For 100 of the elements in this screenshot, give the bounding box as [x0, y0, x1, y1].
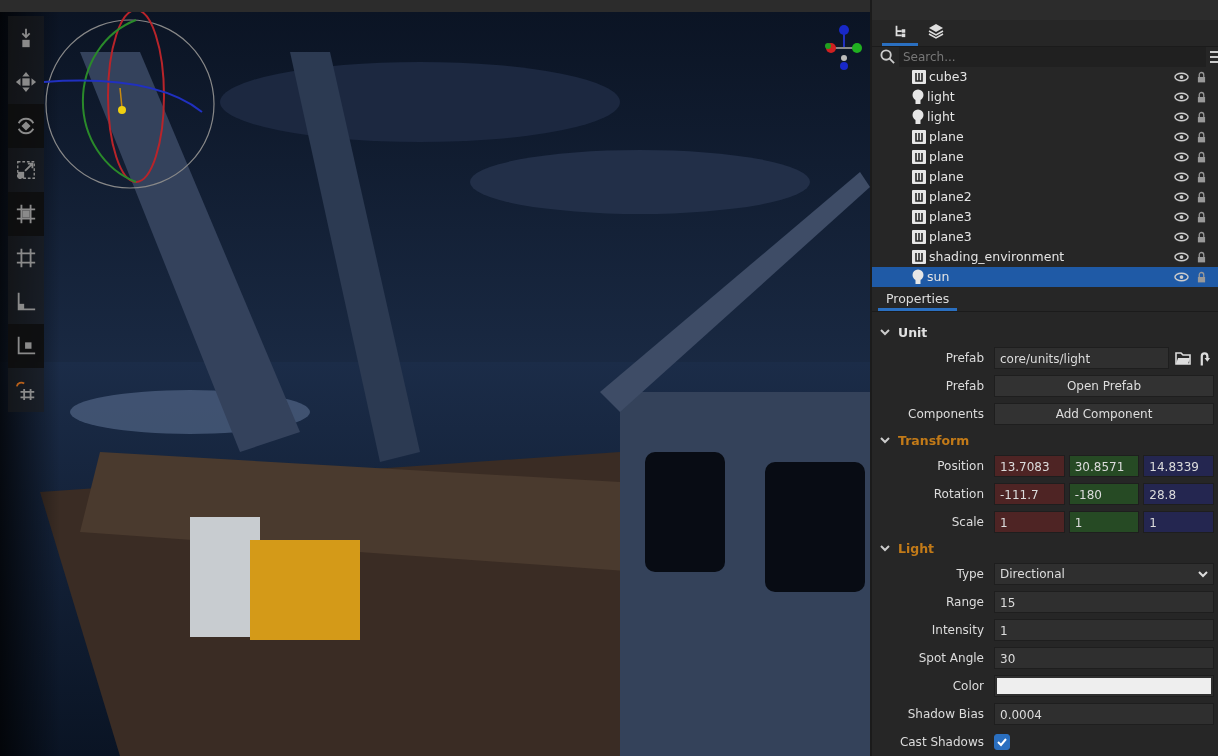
property-button[interactable]: Add Component: [994, 403, 1214, 425]
property-field[interactable]: 15: [994, 591, 1214, 613]
hierarchy-item[interactable]: light: [872, 86, 1218, 107]
property-label: Range: [944, 595, 985, 609]
property-label: Type: [955, 567, 985, 581]
property-label: Prefab: [944, 379, 985, 393]
item-name: cube3: [929, 69, 969, 85]
eye-icon[interactable]: [1174, 231, 1189, 242]
item-name: sun: [927, 269, 951, 285]
hierarchy-item[interactable]: plane3: [872, 226, 1218, 247]
local-tool-button[interactable]: [8, 324, 44, 368]
chevron-icon[interactable]: [880, 436, 890, 444]
property-field[interactable]: 30: [994, 647, 1214, 669]
item-name: light: [927, 89, 956, 105]
property-label: Intensity: [930, 623, 985, 637]
hierarchy-item[interactable]: plane: [872, 126, 1218, 147]
corner-square-icon: [15, 335, 37, 357]
vector-component-field[interactable]: -180: [1068, 483, 1140, 505]
vector-component-field[interactable]: 1: [1068, 511, 1140, 533]
chevron-icon[interactable]: [880, 544, 890, 552]
hierarchy-item[interactable]: plane3: [872, 206, 1218, 227]
section-title: Light: [898, 540, 935, 556]
grid-icon: [15, 247, 37, 269]
lock-icon[interactable]: [1197, 170, 1206, 183]
vector-component-field[interactable]: 30.8571: [1068, 455, 1140, 477]
prefab-path-field[interactable]: core/units/light: [994, 347, 1169, 369]
scale-icon: [15, 159, 37, 181]
chevron-icon[interactable]: [880, 328, 890, 336]
item-name: plane2: [929, 189, 973, 205]
lock-icon[interactable]: [1197, 210, 1206, 223]
hierarchy-item[interactable]: cube3: [872, 66, 1218, 87]
menu-icon[interactable]: [1210, 49, 1218, 64]
grid-center-icon: [15, 203, 37, 225]
caret-icon: [1198, 570, 1208, 578]
vector-component-field[interactable]: 1: [1143, 511, 1214, 533]
hierarchy-item[interactable]: plane2: [872, 186, 1218, 207]
hierarchy-item[interactable]: shading_environment: [872, 246, 1218, 267]
eye-icon[interactable]: [1174, 251, 1189, 262]
hierarchy-item[interactable]: plane: [872, 166, 1218, 187]
eye-icon[interactable]: [1174, 151, 1189, 162]
vector-component-field[interactable]: 13.7083: [994, 455, 1065, 477]
hierarchy-tree-icon: [893, 24, 907, 39]
property-label: Spot Angle: [917, 651, 985, 665]
folder-icon[interactable]: [1173, 351, 1193, 365]
search-icon: [880, 49, 895, 65]
bulb-icon: [912, 268, 924, 285]
lock-icon[interactable]: [1197, 130, 1206, 143]
eye-icon[interactable]: [1174, 131, 1189, 142]
magnet-grid-icon: [15, 379, 37, 401]
vector-component-field[interactable]: 14.8339: [1143, 455, 1214, 477]
bulb-icon: [912, 108, 924, 125]
corner-icon: [15, 291, 37, 313]
hierarchy-item[interactable]: light: [872, 106, 1218, 127]
eye-icon[interactable]: [1174, 91, 1189, 102]
properties-tab[interactable]: Properties: [878, 288, 958, 311]
cube-icon: [912, 249, 926, 264]
color-swatch[interactable]: [997, 678, 1211, 694]
eye-icon[interactable]: [1174, 111, 1189, 122]
eye-icon[interactable]: [1174, 211, 1189, 222]
lock-icon[interactable]: [1197, 250, 1206, 263]
vector-component-field[interactable]: -111.7: [994, 483, 1065, 505]
property-label: Scale: [950, 515, 985, 529]
layers-icon: [928, 23, 944, 40]
type-dropdown[interactable]: Directional: [994, 563, 1214, 585]
cube-icon: [912, 149, 926, 164]
cube-icon: [912, 189, 926, 204]
lock-icon[interactable]: [1197, 110, 1206, 123]
move-icon: [15, 71, 37, 93]
property-button[interactable]: Open Prefab: [994, 375, 1214, 397]
eye-icon[interactable]: [1174, 171, 1189, 182]
hierarchy-item[interactable]: sun: [872, 266, 1218, 287]
lock-icon[interactable]: [1197, 90, 1206, 103]
axis-gizmo-icon[interactable]: [824, 24, 864, 72]
property-field[interactable]: 0.0004: [994, 703, 1214, 725]
item-name: light: [927, 109, 956, 125]
search-field[interactable]: Search...: [899, 46, 1206, 67]
lock-icon[interactable]: [1197, 70, 1206, 83]
rotate-tool-button[interactable]: [8, 104, 44, 148]
property-label: Shadow Bias: [906, 707, 985, 721]
item-name: plane3: [929, 229, 973, 245]
hierarchy-item[interactable]: plane: [872, 146, 1218, 167]
eye-icon[interactable]: [1174, 71, 1189, 82]
vector-component-field[interactable]: 28.8: [1143, 483, 1214, 505]
property-label: Color: [951, 679, 985, 693]
dropdown-value: Directional: [1000, 566, 1065, 583]
bulb-icon: [912, 88, 924, 105]
cube-icon: [912, 129, 926, 144]
snap-center-tool-button[interactable]: [8, 192, 44, 236]
eye-icon[interactable]: [1174, 271, 1189, 282]
lock-icon[interactable]: [1197, 230, 1206, 243]
lock-icon[interactable]: [1197, 190, 1206, 203]
item-name: plane: [929, 169, 965, 185]
vector-component-field[interactable]: 1: [994, 511, 1065, 533]
property-field[interactable]: 1: [994, 619, 1214, 641]
rotate-icon: [15, 115, 37, 137]
cube-icon: [912, 169, 926, 184]
eye-icon[interactable]: [1174, 191, 1189, 202]
checkbox[interactable]: [994, 734, 1010, 750]
lock-icon[interactable]: [1197, 150, 1206, 163]
property-label: Rotation: [932, 487, 985, 501]
